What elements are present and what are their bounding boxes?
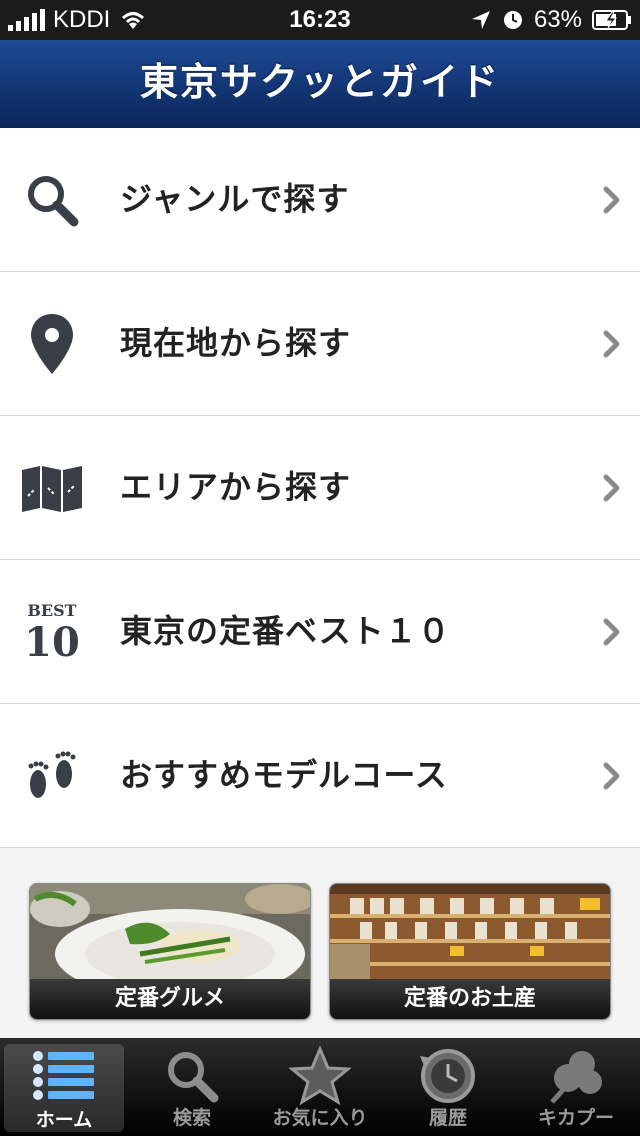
history-clock-icon xyxy=(420,1049,475,1103)
tab-search[interactable]: 検索 xyxy=(128,1038,256,1136)
menu-item-label: おすすめモデルコース xyxy=(120,756,448,794)
chevron-right-icon xyxy=(603,762,620,790)
tab-home[interactable]: ホーム xyxy=(4,1044,124,1132)
map-icon xyxy=(22,466,82,512)
featured-section: 定番グルメ 定番のお土産 xyxy=(0,848,640,1038)
tab-label: 履歴 xyxy=(428,1107,467,1129)
chevron-right-icon xyxy=(603,186,620,214)
search-icon xyxy=(28,176,79,227)
chevron-right-icon xyxy=(603,618,620,646)
card-caption: 定番のお土産 xyxy=(330,979,610,1019)
tab-kikapu[interactable]: キカプー xyxy=(512,1038,640,1136)
menu-item-label: エリアから探す xyxy=(120,468,352,506)
location-arrow-icon xyxy=(471,11,490,29)
menu-item-label: ジャンルで探す xyxy=(120,180,350,218)
footprints-icon xyxy=(28,751,76,798)
battery-icon xyxy=(592,10,631,30)
tab-label: ホーム xyxy=(35,1109,93,1131)
svg-text:10: 10 xyxy=(24,619,80,664)
menu-item-label: 現在地から探す xyxy=(120,324,352,362)
tab-label: お気に入り xyxy=(272,1107,368,1129)
tab-favorites[interactable]: お気に入り xyxy=(256,1038,384,1136)
search-icon xyxy=(168,1052,219,1103)
featured-card-gourmet[interactable]: 定番グルメ xyxy=(29,883,311,1020)
tab-label: 検索 xyxy=(172,1107,211,1129)
menu-list: ジャンルで探す 現在地から探す エリアから探す BEST 10 東京の定番ベスト… xyxy=(0,128,640,848)
location-pin-icon xyxy=(31,314,73,374)
menu-item-current-location[interactable]: 現在地から探す xyxy=(0,272,640,416)
menu-item-best10[interactable]: BEST 10 東京の定番ベスト１０ xyxy=(0,560,640,704)
menu-item-label: 東京の定番ベスト１０ xyxy=(120,612,451,650)
svg-text:BEST: BEST xyxy=(27,601,76,620)
nav-header: 東京サクッとガイド xyxy=(0,40,640,129)
alarm-icon xyxy=(503,11,522,29)
chevron-right-icon xyxy=(603,330,620,358)
star-icon xyxy=(289,1046,351,1106)
best10-icon: BEST 10 xyxy=(24,601,80,664)
page-title: 東京サクッとガイド xyxy=(139,60,500,104)
souvenir-photo xyxy=(330,884,610,979)
featured-card-souvenir[interactable]: 定番のお土産 xyxy=(329,883,611,1020)
tab-bar: ホーム 検索 お気に入り 履歴 キカプー xyxy=(0,1038,640,1136)
tab-label: キカプー xyxy=(537,1107,614,1129)
menu-item-genre[interactable]: ジャンルで探す xyxy=(0,128,640,272)
list-icon xyxy=(33,1051,94,1100)
menu-item-model-course[interactable]: おすすめモデルコース xyxy=(0,704,640,848)
menu-item-area[interactable]: エリアから探す xyxy=(0,416,640,560)
battery-percent: 63% xyxy=(533,6,582,33)
chevron-right-icon xyxy=(603,474,620,502)
tab-history[interactable]: 履歴 xyxy=(384,1038,512,1136)
clover-icon xyxy=(550,1051,602,1104)
card-caption: 定番グルメ xyxy=(30,979,310,1019)
status-bar: KDDI 16:23 63% xyxy=(0,0,640,40)
gourmet-photo xyxy=(30,884,310,979)
